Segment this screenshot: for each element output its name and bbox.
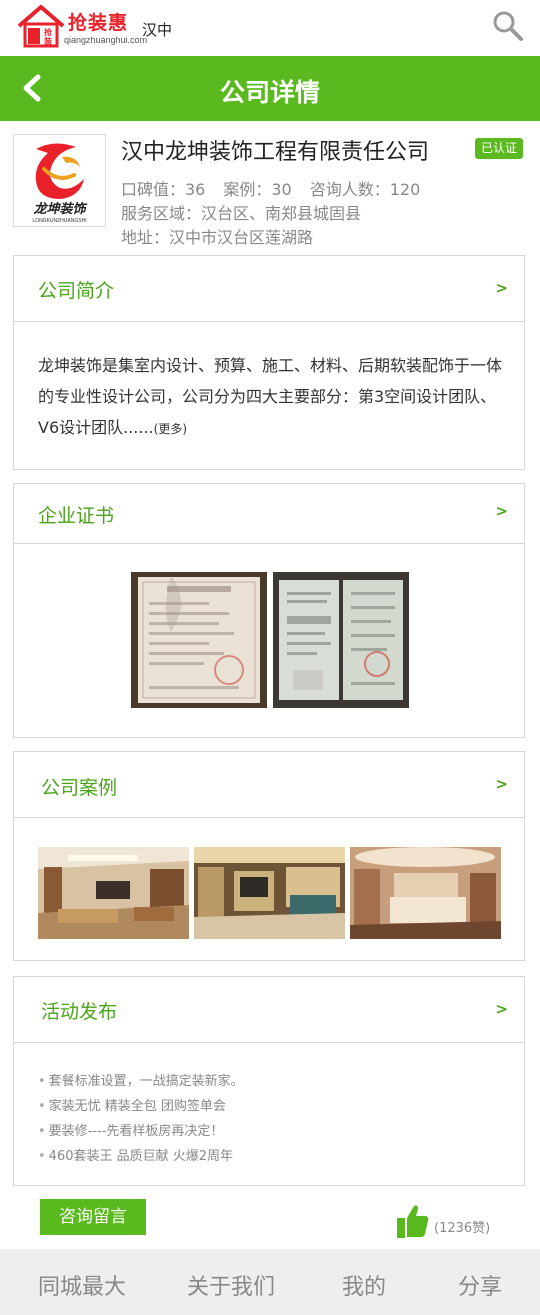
- page-title: 公司详情: [219, 78, 320, 107]
- intro-text: 龙坤装饰是集室内设计、预算、施工、材料、后期软装配饰于一体的专业性设计公司，公司…: [38, 350, 508, 445]
- case-bedroom-image[interactable]: [350, 847, 501, 939]
- top-bar: 抢 装 抢装惠 qiangzhuanghui.com 汉中: [0, 0, 540, 56]
- company-logo-subtext: LONGKUNZHUANGSHI: [32, 218, 86, 224]
- like-count: (1236赞): [434, 1221, 491, 1236]
- search-icon: [493, 11, 523, 41]
- intro-header[interactable]: 公司简介 >: [14, 256, 524, 322]
- search-button[interactable]: [490, 8, 526, 44]
- verified-badge: 已认证: [475, 138, 524, 159]
- certificate-section: 企业证书 >: [13, 483, 525, 738]
- service-area: 服务区域：汉台区、南郑县城固县: [121, 204, 362, 223]
- case-tv-wall-image[interactable]: [194, 847, 345, 939]
- brand-domain: qiangzhuanghui.com: [64, 35, 148, 45]
- company-info: 龙坤装饰 LONGKUNZHUANGSHI 汉中龙坤装饰工程有限责任公司 已认证…: [13, 134, 525, 247]
- chevron-right-icon: >: [495, 775, 508, 793]
- certificate-header[interactable]: 企业证书 >: [14, 484, 524, 544]
- company-logo-text: 龙坤装饰: [32, 201, 87, 217]
- intro-section: 公司简介 > 龙坤装饰是集室内设计、预算、施工、材料、后期软装配饰于一体的专业性…: [13, 255, 525, 470]
- company-stats: 口碑值：36 案例：30 咨询人数：120: [121, 176, 438, 200]
- chevron-right-icon: >: [495, 502, 508, 520]
- activity-item[interactable]: 套餐标准设置，一战搞定装新家。: [38, 1069, 244, 1094]
- activity-header[interactable]: 活动发布 >: [14, 977, 524, 1043]
- nav-about-us[interactable]: 关于我们: [187, 1269, 275, 1301]
- case-living-room-image[interactable]: [38, 847, 189, 939]
- nav-share[interactable]: 分享: [458, 1269, 502, 1301]
- business-license-image[interactable]: [131, 572, 267, 708]
- bottom-nav: 同城最大 关于我们 我的 分享: [0, 1249, 540, 1315]
- company-logo-image: 龙坤装饰 LONGKUNZHUANGSHI: [32, 143, 87, 224]
- nav-same-city[interactable]: 同城最大: [38, 1269, 126, 1301]
- svg-text:抢: 抢: [44, 27, 53, 37]
- nav-mine[interactable]: 我的: [342, 1269, 386, 1301]
- company-name: 汉中龙坤装饰工程有限责任公司: [121, 140, 430, 165]
- brand-name: 抢装惠: [68, 12, 129, 34]
- intro-title: 公司简介: [38, 280, 115, 302]
- activity-item[interactable]: 家装无忧 精装全包 团购签单会: [38, 1094, 244, 1119]
- intro-body: 龙坤装饰是集室内设计、预算、施工、材料、后期软装配饰于一体的专业性设计公司，公司…: [38, 356, 503, 437]
- more-link[interactable]: (更多): [154, 422, 187, 436]
- like-button[interactable]: [396, 1203, 430, 1239]
- thumbs-up-icon: [397, 1205, 429, 1238]
- reputation-value: 口碑值：36: [121, 180, 206, 199]
- cases-header[interactable]: 公司案例 >: [14, 752, 524, 818]
- company-address: 地址：汉中市汉台区莲湖路: [121, 228, 314, 247]
- city-selector[interactable]: 汉中: [142, 19, 172, 40]
- activity-title: 活动发布: [41, 1001, 118, 1023]
- page-header: 公司详情: [0, 56, 540, 121]
- activity-section: 活动发布 > 套餐标准设置，一战搞定装新家。 家装无忧 精装全包 团购签单会 要…: [13, 976, 525, 1186]
- chevron-right-icon: >: [495, 1000, 508, 1018]
- site-logo[interactable]: 抢 装 抢装惠 qiangzhuanghui.com: [16, 4, 147, 50]
- activity-item[interactable]: 460套装王 品质巨献 火爆2周年: [38, 1144, 244, 1169]
- cases-section: 公司案例 >: [13, 751, 525, 961]
- house-logo-icon: 抢 装: [17, 5, 65, 48]
- certificate-title: 企业证书: [38, 505, 115, 527]
- chevron-right-icon: >: [495, 279, 508, 297]
- case-count: 案例：30: [223, 180, 292, 199]
- organization-code-image[interactable]: [273, 572, 409, 708]
- activity-item[interactable]: 要装修----先看样板房再决定！: [38, 1119, 244, 1144]
- svg-text:装: 装: [43, 36, 52, 46]
- company-logo: 龙坤装饰 LONGKUNZHUANGSHI: [13, 134, 106, 227]
- consult-button[interactable]: 咨询留言: [40, 1199, 146, 1235]
- cases-title: 公司案例: [41, 777, 118, 799]
- activity-list: 套餐标准设置，一战搞定装新家。 家装无忧 精装全包 团购签单会 要装修----先…: [38, 1069, 244, 1169]
- consult-count: 咨询人数：120: [309, 180, 421, 199]
